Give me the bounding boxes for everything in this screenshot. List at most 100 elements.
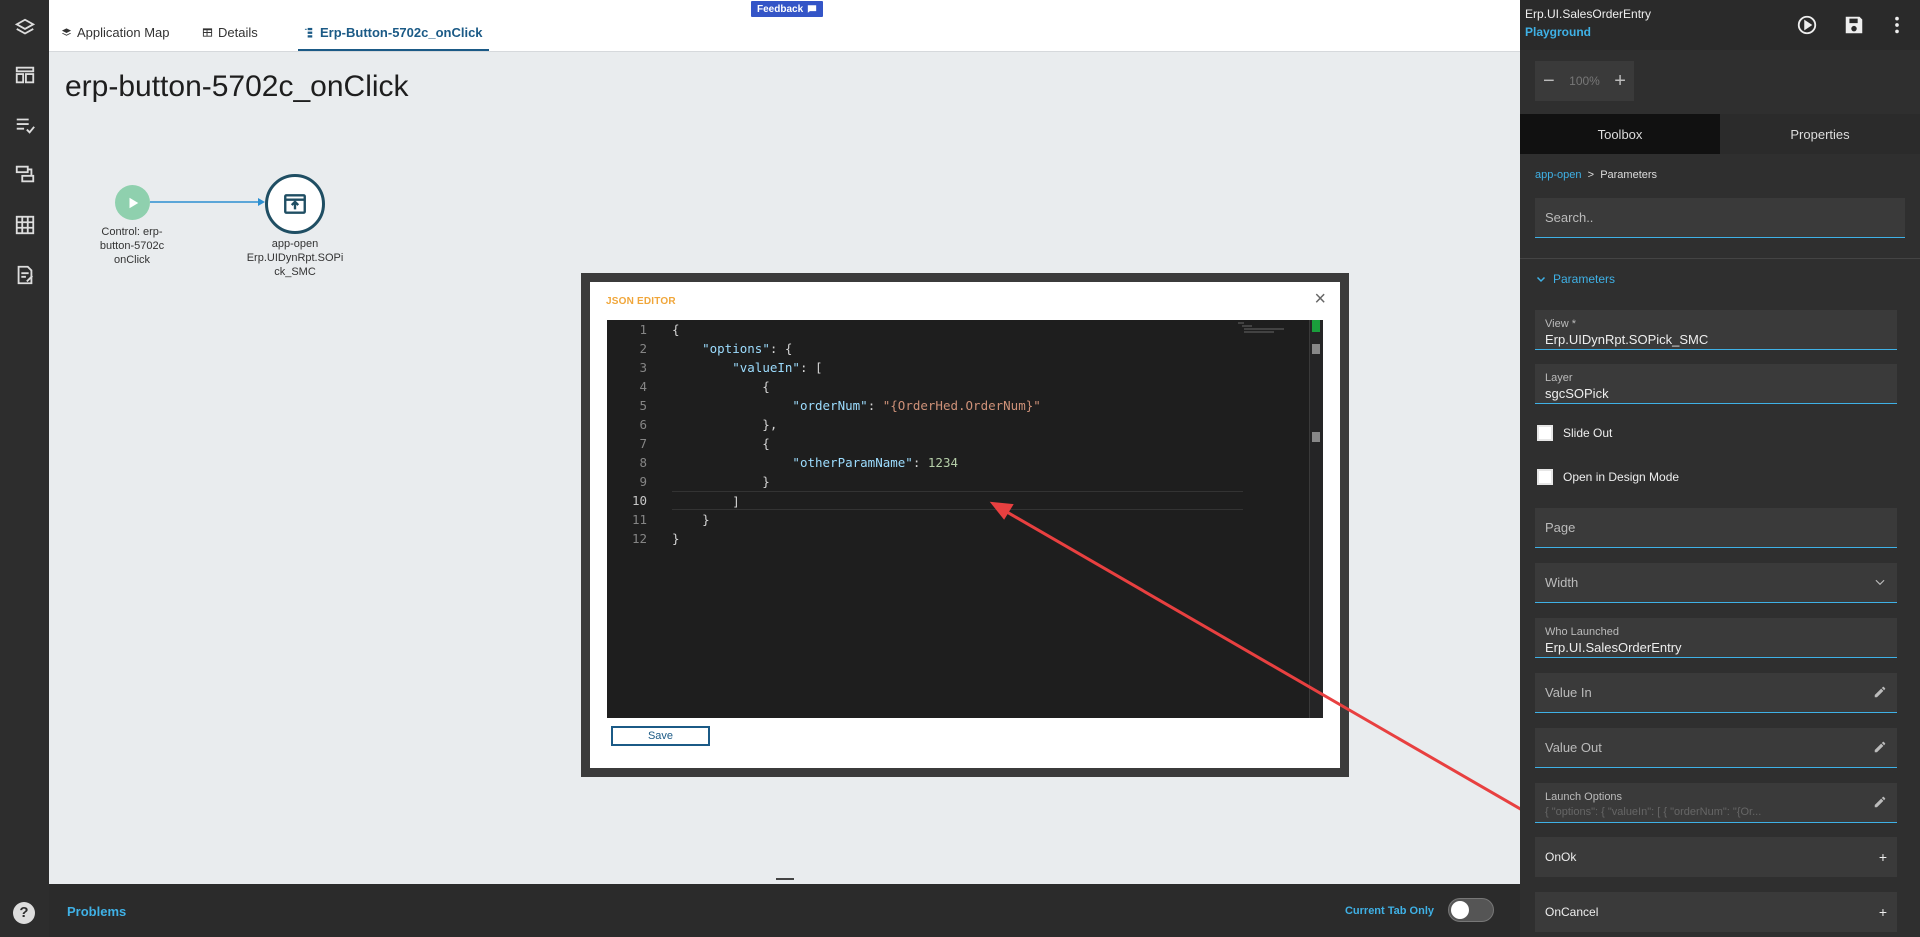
line-number: 2 (639, 341, 647, 356)
line-number: 4 (639, 379, 647, 394)
on-cancel-label: OnCancel (1545, 905, 1599, 919)
tab-label: Erp-Button-5702c_onClick (320, 25, 483, 40)
minimap (1238, 322, 1284, 333)
layer-field[interactable]: Layer sgcSOPick (1535, 364, 1897, 404)
save-icon[interactable] (1843, 14, 1865, 36)
launch-options-value: { "options": { "valueIn": [ { "orderNum"… (1545, 806, 1762, 818)
problems-tab[interactable]: Problems (67, 904, 126, 919)
layers-icon (61, 28, 72, 36)
line-number: 7 (639, 436, 647, 451)
document-edit-icon[interactable] (12, 262, 38, 288)
feedback-button[interactable]: Feedback (751, 1, 824, 17)
pencil-icon[interactable] (1873, 685, 1887, 699)
app-open-node[interactable] (265, 174, 325, 234)
value-in-field[interactable]: Value In (1535, 673, 1897, 713)
close-icon[interactable]: × (1314, 289, 1326, 309)
layers-icon[interactable] (12, 15, 38, 41)
checkbox-icon (1537, 469, 1553, 485)
play-circle-icon[interactable] (1796, 14, 1818, 36)
tab-application-map[interactable]: Application Map (61, 25, 170, 51)
breadcrumb-current: Parameters (1600, 169, 1658, 181)
app-name: Erp.UI.SalesOrderEntry (1525, 7, 1652, 21)
code-line-current: ] (672, 491, 1243, 510)
grid-icon[interactable] (12, 212, 38, 238)
left-rail (0, 0, 49, 937)
value-out-label: Value Out (1545, 740, 1602, 755)
view-field[interactable]: View * Erp.UIDynRpt.SOPick_SMC (1535, 310, 1897, 350)
code-line: "valueIn": [ (732, 360, 823, 375)
layer-label: Layer (1545, 372, 1573, 384)
code-line: } (672, 531, 680, 546)
checklist-icon[interactable] (12, 112, 38, 138)
slide-out-checkbox[interactable]: Slide Out (1537, 425, 1612, 441)
code-line: } (672, 512, 710, 527)
code-line: { (672, 322, 680, 337)
zoom-in-button[interactable]: + (1614, 70, 1626, 93)
layout-icon[interactable] (12, 62, 38, 88)
open-design-mode-checkbox[interactable]: Open in Design Mode (1537, 469, 1679, 485)
code-line: "options": { (702, 341, 793, 356)
value-out-field[interactable]: Value Out (1535, 728, 1897, 768)
code-line: "orderNum": "{OrderHed.OrderNum}" (792, 398, 1041, 413)
more-vertical-icon[interactable] (1886, 14, 1908, 36)
open-window-icon (284, 194, 306, 214)
on-ok-label: OnOk (1545, 850, 1577, 864)
breadcrumb: app-open > Parameters (1535, 169, 1657, 181)
breadcrumb-app-open[interactable]: app-open (1535, 169, 1582, 181)
start-node[interactable] (115, 185, 150, 220)
zoom-out-button[interactable]: − (1543, 70, 1555, 93)
events-icon[interactable] (12, 161, 38, 187)
parameters-section-toggle[interactable]: Parameters (1535, 272, 1615, 286)
who-launched-field[interactable]: Who Launched Erp.UI.SalesOrderEntry (1535, 618, 1897, 658)
tab-properties[interactable]: Properties (1720, 114, 1920, 154)
checkbox-icon (1537, 425, 1553, 441)
line-numbers: 1 2 3 4 5 6 7 8 9 10 11 12 (607, 320, 647, 548)
slide-out-label: Slide Out (1563, 426, 1613, 440)
code-line: }, (672, 417, 778, 432)
line-number: 9 (639, 474, 647, 489)
page-field[interactable]: Page (1535, 508, 1897, 548)
tab-label: Application Map (77, 25, 170, 40)
open-design-mode-label: Open in Design Mode (1563, 470, 1680, 484)
panel-header: Erp.UI.SalesOrderEntry Playground (1520, 0, 1920, 50)
help-icon[interactable]: ? (13, 902, 35, 924)
modal-title: JSON EDITOR (606, 296, 676, 307)
code-editor[interactable]: 1 2 3 4 5 6 7 8 9 10 11 12 { "options": … (607, 320, 1323, 718)
tab-flow[interactable]: Erp-Button-5702c_onClick (298, 25, 489, 51)
play-icon (129, 197, 138, 208)
breadcrumb-separator: > (1587, 169, 1595, 181)
playground-link[interactable]: Playground (1525, 25, 1591, 39)
editor-scrollbar[interactable] (1309, 320, 1323, 718)
panel-tabs: Toolbox Properties (1520, 114, 1920, 154)
tab-toolbox[interactable]: Toolbox (1520, 114, 1720, 154)
flow-icon (304, 27, 313, 38)
properties-panel: Erp.UI.SalesOrderEntry Playground − 100%… (1520, 0, 1920, 937)
launch-options-label: Launch Options (1545, 791, 1623, 803)
search-input[interactable] (1535, 198, 1905, 238)
line-number: 8 (639, 455, 647, 470)
zoom-control: − 100% + (1535, 61, 1634, 101)
page-placeholder: Page (1545, 520, 1576, 535)
add-icon[interactable]: + (1879, 849, 1887, 865)
start-node-label: Control: erp- button-5702c onClick (99, 226, 165, 266)
launch-options-field[interactable]: Launch Options { "options": { "valueIn":… (1535, 783, 1897, 823)
pencil-icon[interactable] (1873, 740, 1887, 754)
add-icon[interactable]: + (1879, 904, 1887, 920)
on-ok-event[interactable]: OnOk + (1535, 837, 1897, 877)
line-number: 5 (639, 398, 647, 413)
who-launched-value: Erp.UI.SalesOrderEntry (1545, 640, 1682, 655)
tab-details[interactable]: Details (202, 25, 258, 51)
on-cancel-event[interactable]: OnCancel + (1535, 892, 1897, 932)
current-tab-only-toggle[interactable] (1448, 898, 1494, 922)
width-select[interactable]: Width (1535, 563, 1897, 603)
chat-icon (807, 5, 817, 13)
pencil-icon[interactable] (1873, 795, 1887, 809)
line-number: 1 (639, 322, 647, 337)
code-line: } (672, 474, 770, 489)
section-title: Parameters (1553, 272, 1616, 286)
layer-value: sgcSOPick (1545, 386, 1609, 401)
save-button[interactable]: Save (611, 726, 710, 746)
code-line: { (672, 379, 770, 394)
panel-resize-handle[interactable] (776, 878, 794, 880)
app-open-node-label: app-open Erp.UIDynRpt.SOPi ck_SMC (246, 238, 344, 278)
